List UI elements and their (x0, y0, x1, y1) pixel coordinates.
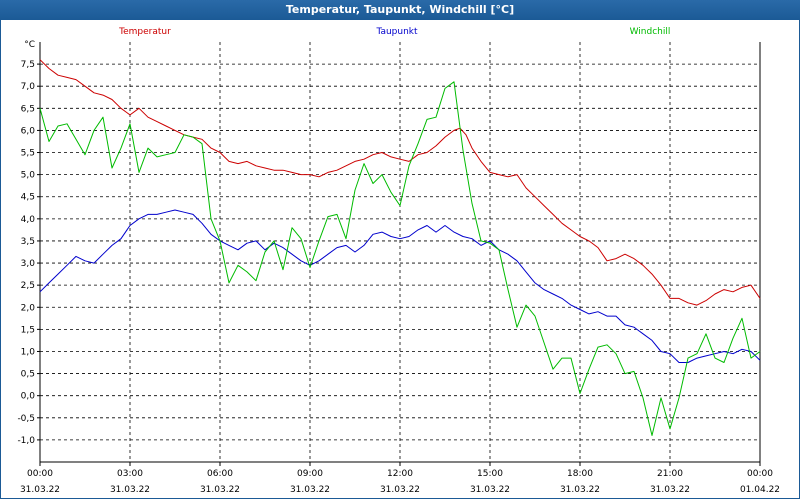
x-tick-date: 31.03.22 (110, 485, 150, 495)
y-tick-label: 1,0 (21, 347, 36, 357)
chart-plot: -1,0 -0,5 0,0 0,5 1,0 1,5 2,0 2,5 3,0 3,5 4,0 4,5 5,… (17, 27, 780, 495)
legend-taupunkt: Taupunkt (375, 27, 418, 37)
y-tick-label: 3,0 (21, 259, 36, 269)
y-tick-label: 7,5 (21, 60, 35, 70)
y-tick-label: 5,0 (21, 171, 36, 181)
x-tick-date: 31.03.22 (650, 485, 690, 495)
x-tick-date: 31.03.22 (470, 485, 510, 495)
x-tick-time: 21:00 (657, 469, 683, 479)
y-tick-label: 6,0 (21, 126, 36, 136)
legend-windchill: Windchill (630, 27, 671, 37)
x-tick-date: 01.04.22 (740, 485, 780, 495)
y-tick-label: 1,5 (21, 325, 35, 335)
x-tick-date: 31.03.22 (380, 485, 420, 495)
y-tick-label: 0,0 (21, 392, 36, 402)
y-tick-label: 3,5 (21, 237, 35, 247)
y-tick-label: 2,5 (21, 281, 35, 291)
x-tick-time: 06:00 (207, 469, 233, 479)
y-tick-label: -0,5 (17, 414, 35, 424)
x-tick-date: 31.03.22 (20, 485, 60, 495)
y-tick-label: 4,5 (21, 193, 35, 203)
x-tick-date: 31.03.22 (200, 485, 240, 495)
x-tick-time: 00:00 (747, 469, 773, 479)
y-tick-label: 5,5 (21, 149, 35, 159)
y-tick-label: 2,0 (21, 303, 36, 313)
x-tick-time: 15:00 (477, 469, 503, 479)
x-tick-time: 09:00 (297, 469, 323, 479)
y-tick-label: 7,0 (21, 82, 36, 92)
y-tick-label: -1,0 (17, 436, 35, 446)
y-tick-label: 0,5 (21, 370, 35, 380)
y-tick-label: 4,0 (21, 215, 36, 225)
x-tick-date: 31.03.22 (560, 485, 600, 495)
legend-temperatur: Temperatur (118, 27, 171, 37)
y-tick-label: 6,5 (21, 104, 35, 114)
x-tick-date: 31.03.22 (290, 485, 330, 495)
x-tick-time: 00:00 (27, 469, 53, 479)
x-tick-time: 12:00 (387, 469, 413, 479)
y-axis-unit: °C (24, 40, 35, 50)
x-tick-time: 18:00 (567, 469, 593, 479)
x-tick-time: 03:00 (117, 469, 143, 479)
